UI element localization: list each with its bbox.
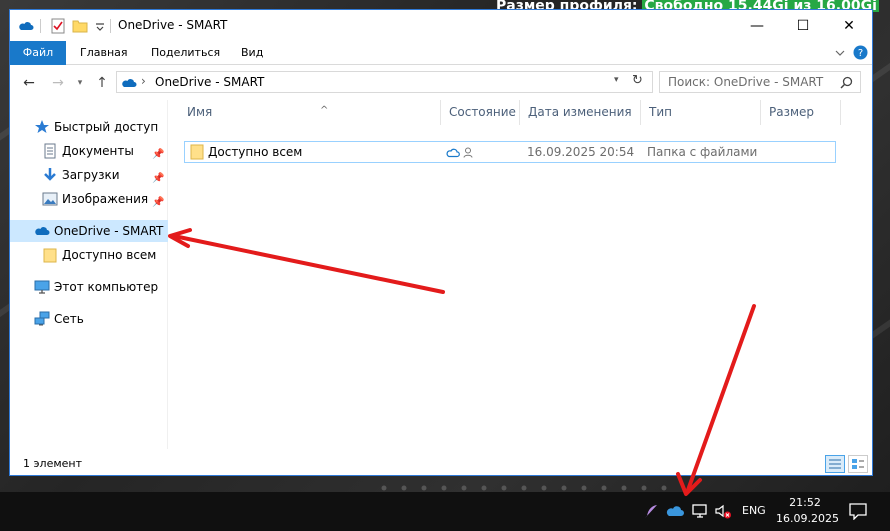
ribbon-tabs: Файл Главная Поделиться Вид ? [10,41,872,65]
nav-item-this-pc[interactable]: Этот компьютер [10,276,168,298]
nav-item-label: Документы [62,144,134,158]
svg-text:?: ? [858,48,863,59]
nav-item-label: Изображения [62,192,149,206]
item-count: 1 элемент [23,457,82,470]
window-title: OneDrive - SMART [118,18,228,32]
file-modified: 16.09.2025 20:54 [527,145,635,159]
notifications-icon[interactable] [848,502,868,520]
shared-person-icon [463,147,473,158]
onedrive-tray-icon[interactable] [666,502,684,520]
quick-access-toolbar-chevron-icon[interactable] [92,18,108,34]
nav-item-label: Сеть [54,312,84,326]
documents-icon [44,143,56,159]
nav-item-network[interactable]: Сеть [10,308,168,330]
tab-view[interactable]: Вид [229,41,275,65]
title-divider [110,19,111,33]
nav-item-documents[interactable]: Документы 📌 [10,140,168,162]
close-button[interactable]: ✕ [826,10,872,41]
column-header-modified[interactable]: Дата изменения [520,100,641,125]
properties-icon[interactable] [50,18,66,34]
column-header-type[interactable]: Тип [641,100,761,125]
column-header-status[interactable]: Состояние [441,100,520,125]
folder-icon [43,248,57,263]
pin-icon: 📌 [152,173,165,184]
tiles-view-icon [852,459,864,469]
language-indicator[interactable]: ENG [742,504,766,517]
tiles-view-button[interactable] [848,455,868,473]
navigation-pane: Быстрый доступ Документы 📌 Загрузки 📌 Из… [10,100,168,449]
downloads-icon [44,168,56,181]
star-icon [35,120,49,133]
status-bar: 1 элемент [10,453,872,475]
computer-icon [34,280,50,294]
nav-item-shared-folder[interactable]: Доступно всем [10,244,168,266]
nav-item-label: Быстрый доступ [54,120,159,134]
sort-ascending-icon: ^ [320,105,329,116]
maximize-button[interactable]: ☐ [780,10,826,41]
navigation-bar: ← → ▾ ↑ › OneDrive - SMART ▾ ↻ Поиск: On… [10,66,872,100]
taskbar: ENG 21:52 16.09.2025 [0,492,890,531]
up-button[interactable]: ↑ [92,74,112,92]
address-bar[interactable]: › OneDrive - SMART ▾ ↻ [116,71,653,93]
nav-item-downloads[interactable]: Загрузки 📌 [10,164,168,186]
network-icon [34,311,50,326]
recent-locations-button[interactable]: ▾ [70,74,90,92]
breadcrumb-path[interactable]: OneDrive - SMART [155,75,264,89]
column-header-size[interactable]: Размер [761,100,841,125]
help-icon[interactable]: ? [853,45,868,60]
breadcrumb-separator-icon[interactable]: › [141,74,146,88]
pin-icon: 📌 [152,197,165,208]
file-name[interactable]: Доступно всем [208,145,302,159]
clock[interactable]: 21:52 16.09.2025 [776,495,839,527]
tab-home[interactable]: Главная [68,41,140,65]
clock-date: 16.09.2025 [776,512,839,525]
chevron-down-icon[interactable] [834,47,846,59]
feather-tray-icon[interactable] [642,502,660,520]
pin-icon: 📌 [152,149,165,160]
onedrive-cloud-icon [122,79,137,87]
folder-icon [190,144,204,160]
nav-item-quick-access[interactable]: Быстрый доступ [10,116,168,138]
search-box[interactable]: Поиск: OneDrive - SMART [659,71,861,93]
nav-item-label: Доступно всем [62,248,157,262]
clock-time: 21:52 [789,496,821,509]
minimize-button[interactable]: — [734,10,780,41]
title-bar: OneDrive - SMART — ☐ ✕ [10,10,872,41]
table-row[interactable]: Доступно всем 16.09.2025 20:54 Папка с ф… [184,141,836,163]
desktop-dots [381,485,667,491]
details-view-icon [829,459,841,469]
nav-item-label: Загрузки [62,168,120,182]
search-icon[interactable] [840,76,853,89]
file-list: Имя ^ Состояние Дата изменения Тип Разме… [169,100,872,449]
file-type: Папка с файлами [647,145,758,159]
pictures-icon [42,192,58,206]
explorer-window: OneDrive - SMART — ☐ ✕ Файл Главная Поде… [9,9,873,476]
new-folder-icon[interactable] [72,18,88,34]
nav-item-pictures[interactable]: Изображения 📌 [10,188,168,210]
address-dropdown-icon[interactable]: ▾ [614,75,619,85]
cloud-status-icon [446,148,460,158]
title-divider [40,19,41,33]
search-input[interactable]: Поиск: OneDrive - SMART [668,75,823,89]
volume-muted-icon[interactable] [714,502,732,520]
forward-button[interactable]: → [48,74,68,92]
back-button[interactable]: ← [19,74,39,92]
refresh-icon[interactable]: ↻ [632,73,643,88]
column-header-label: Имя [187,105,213,119]
nav-item-label: OneDrive - SMART [54,224,164,238]
nav-item-onedrive[interactable]: OneDrive - SMART [10,220,168,242]
onedrive-cloud-icon [35,227,50,235]
tab-file[interactable]: Файл [10,41,66,65]
column-header-name[interactable]: Имя ^ [179,100,441,125]
tab-share[interactable]: Поделиться [139,41,232,65]
details-view-button[interactable] [825,455,845,473]
network-tray-icon[interactable] [691,502,709,520]
onedrive-cloud-icon [19,22,34,30]
nav-item-label: Этот компьютер [54,280,159,294]
